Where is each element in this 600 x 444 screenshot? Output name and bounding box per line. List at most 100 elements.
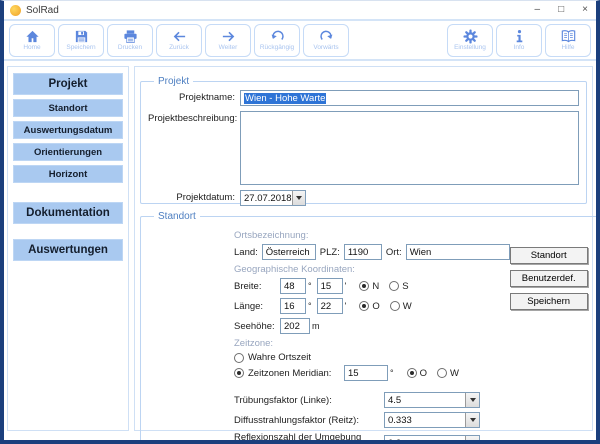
dropdown-arrow-icon[interactable] [292, 191, 305, 205]
land-input[interactable]: Österreich [262, 244, 316, 260]
projekt-group-title: Projekt [154, 76, 193, 87]
standort-groupbox: Standort Ortsbezeichnung: Land: Österrei… [140, 211, 600, 444]
breite-minuten-input[interactable]: 15 [317, 278, 343, 294]
projektbeschreibung-label: Projektbeschreibung: [148, 111, 240, 185]
laenge-label: Länge: [234, 301, 280, 312]
window-title: SolRad [26, 5, 59, 16]
wahre-ortszeit-radio[interactable] [234, 353, 244, 363]
seehoehe-unit: m [312, 321, 320, 331]
diffusstrahlungsfaktor-select[interactable]: 0.333 [384, 412, 480, 428]
sidebar-item-dokumentation[interactable]: Dokumentation [13, 202, 123, 224]
maximize-button[interactable]: □ [558, 5, 564, 15]
wahre-ortszeit-label: Wahre Ortszeit [248, 352, 311, 363]
minute-symbol: ' [345, 281, 347, 291]
projektbeschreibung-textarea[interactable] [240, 111, 579, 185]
benutzerdef-button[interactable]: Benutzerdef. [510, 270, 588, 287]
arrow-right-icon [221, 29, 236, 44]
seehoehe-input[interactable]: 202 [280, 318, 310, 334]
projektdatum-datepicker[interactable]: 27.07.2018 [240, 190, 306, 206]
projektname-label: Projektname: [148, 90, 240, 106]
app-window: SolRad – □ × Home Speichern Zurück Druck… [0, 0, 600, 444]
meridian-ost-label: O [420, 368, 427, 379]
albedo-label: Reflexionszahl der Umgebung (Albedo): [234, 432, 384, 444]
redo-icon [319, 29, 334, 44]
zeitzonen-meridian-label: Zeitzonen Meridian: [248, 368, 344, 379]
sidebar-item-standort[interactable]: Standort [13, 99, 123, 117]
degree-symbol: ° [308, 301, 312, 311]
zeitzonen-meridian-radio[interactable] [234, 368, 244, 378]
projektname-selected-text: Wien - Hohe Warte [244, 93, 326, 104]
undo-icon [270, 29, 285, 44]
meridian-west-radio[interactable] [437, 368, 447, 378]
home-icon [25, 29, 40, 44]
main-panel: Projekt Projektname: Wien - Hohe Warte P… [134, 66, 593, 431]
workspace: Projekt Standort Auswertungsdatum Orient… [4, 61, 596, 440]
zeitzone-header: Zeitzone: [234, 338, 510, 349]
meridian-west-label: W [450, 368, 459, 379]
sidebar-item-horizont[interactable]: Horizont [13, 165, 123, 183]
plz-input[interactable]: 1190 [344, 244, 382, 260]
projekt-groupbox: Projekt Projektname: Wien - Hohe Warte P… [140, 76, 587, 204]
settings-button[interactable]: Einstellung [447, 24, 493, 57]
info-icon [512, 29, 527, 44]
truebungsfaktor-select[interactable]: 4.5 [384, 392, 480, 408]
redo-button[interactable]: Vorwärts [303, 24, 349, 57]
undo-button[interactable]: Rückgängig [254, 24, 300, 57]
degree-symbol: ° [390, 368, 394, 378]
gear-icon [463, 29, 478, 44]
laenge-ost-radio[interactable] [359, 301, 369, 311]
minimize-button[interactable]: – [535, 5, 541, 15]
seehoehe-label: Seehöhe: [234, 321, 280, 332]
sidebar-item-orientierungen[interactable]: Orientierungen [13, 143, 123, 161]
arrow-left-icon [172, 29, 187, 44]
breite-label: Breite: [234, 281, 280, 292]
dropdown-arrow-icon[interactable] [465, 436, 479, 444]
standort-group-title: Standort [154, 211, 200, 222]
dropdown-arrow-icon[interactable] [465, 413, 479, 427]
laenge-west-radio[interactable] [390, 301, 400, 311]
info-button[interactable]: Info [496, 24, 542, 57]
close-button[interactable]: × [582, 5, 588, 15]
ort-input[interactable]: Wien [406, 244, 510, 260]
help-button[interactable]: Hilfe [545, 24, 591, 57]
diffusstrahlungsfaktor-label: Diffusstrahlungsfaktor (Reitz): [234, 415, 384, 426]
sidebar: Projekt Standort Auswertungsdatum Orient… [7, 66, 129, 431]
plz-label: PLZ: [320, 247, 340, 258]
back-button[interactable]: Zurück [156, 24, 202, 57]
minute-symbol: ' [345, 301, 347, 311]
sidebar-item-projekt[interactable]: Projekt [13, 73, 123, 95]
dropdown-arrow-icon[interactable] [465, 393, 479, 407]
standort-button[interactable]: Standort [510, 247, 588, 264]
breite-grad-input[interactable]: 48 [280, 278, 306, 294]
breite-nord-radio[interactable] [359, 281, 369, 291]
truebungsfaktor-label: Trübungsfaktor (Linke): [234, 395, 384, 406]
breite-sued-label: S [402, 281, 408, 292]
laenge-grad-input[interactable]: 16 [280, 298, 306, 314]
land-label: Land: [234, 247, 258, 258]
print-icon [123, 29, 138, 44]
breite-nord-label: N [372, 281, 379, 292]
laenge-minuten-input[interactable]: 22 [317, 298, 343, 314]
projektdatum-label: Projektdatum: [148, 190, 240, 206]
sidebar-item-auswertungen[interactable]: Auswertungen [13, 239, 123, 261]
help-book-icon [561, 29, 576, 44]
save-icon [74, 29, 89, 44]
sidebar-item-auswertungsdatum[interactable]: Auswertungsdatum [13, 121, 123, 139]
ort-label: Ort: [386, 247, 402, 258]
laenge-ost-label: O [372, 301, 379, 312]
meridian-ost-radio[interactable] [407, 368, 417, 378]
print-button[interactable]: Zurück Drucken [107, 24, 153, 57]
meridian-input[interactable]: 15 [344, 365, 388, 381]
breite-sued-radio[interactable] [389, 281, 399, 291]
koordinaten-header: Geographische Koordinaten: [234, 264, 510, 275]
laenge-west-label: W [403, 301, 412, 312]
forward-button[interactable]: Weiter [205, 24, 251, 57]
save-button[interactable]: Speichern [58, 24, 104, 57]
speichern-button[interactable]: Speichern [510, 293, 588, 310]
home-button[interactable]: Home [9, 24, 55, 57]
albedo-select[interactable]: 0.2 [384, 435, 480, 444]
app-sun-icon [10, 5, 21, 16]
projektname-input[interactable]: Wien - Hohe Warte [240, 90, 579, 106]
toolbar: Home Speichern Zurück Drucken Zurück Wei… [4, 21, 596, 61]
ortsbezeichnung-header: Ortsbezeichnung: [234, 230, 510, 241]
